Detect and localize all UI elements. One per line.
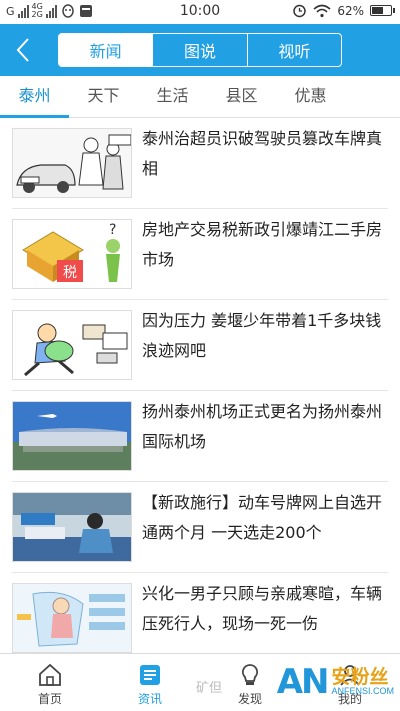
watermark: AN 安粉丝 ANFENSI.COM [277,660,394,704]
wifi-icon [313,4,331,17]
nav-news-label: 资讯 [137,692,162,706]
news-title: 因为压力 姜堰少年带着1千多块钱浪迹网吧 [142,311,382,360]
news-item[interactable]: 扬州泰州机场正式更名为扬州泰州国际机场 [12,391,388,482]
watermark-logo: AN [276,662,330,702]
category-tab-world[interactable]: 天下 [69,76,138,117]
home-icon [39,663,61,686]
category-tab-county[interactable]: 县区 [207,76,276,117]
news-title: 扬州泰州机场正式更名为扬州泰州国际机场 [142,402,383,451]
news-item[interactable]: 【新政施行】动车号牌网上自选开通两个月 一天选走200个 [12,482,388,573]
nav-news[interactable]: 资讯 [100,654,200,711]
tab-news[interactable]: 新闻 [59,34,153,66]
category-tab-life[interactable]: 生活 [138,76,207,117]
faded-text: 矿但 [196,681,223,696]
news-title: 房地产交易税新政引爆靖江二手房市场 [142,220,383,269]
nav-home[interactable]: 首页 [0,654,100,711]
news-title: 【新政施行】动车号牌网上自选开通两个月 一天选走200个 [142,493,383,542]
news-item[interactable]: 泰州治超员识破驾驶员篡改车牌真相 [12,118,388,209]
news-thumbnail [12,128,132,198]
tab-gallery[interactable]: 图说 [152,34,246,66]
battery-icon [370,5,395,16]
watermark-cn: 安粉丝 [331,666,389,688]
svg-text:?: ? [109,222,116,238]
news-item[interactable]: 因为压力 姜堰少年带着1千多块钱浪迹网吧 [12,300,388,391]
news-icon [140,665,160,685]
news-item[interactable]: 兴化一男子只顾与亲戚寒暄，车辆压死行人，现场一死一伤 [12,573,388,653]
bulb-icon [242,664,258,685]
watermark-en: ANFENSI.COM [331,686,394,696]
news-thumbnail [12,401,132,471]
news-title: 泰州治超员识破驾驶员篡改车牌真相 [142,129,383,178]
news-thumbnail [12,310,132,380]
news-thumbnail [12,492,132,562]
nav-discover-label: 发现 [237,692,262,706]
battery-text: 62% [337,3,364,18]
svg-text:税: 税 [63,265,77,281]
alarm-icon [293,4,307,18]
news-list: 泰州治超员识破驾驶员篡改车牌真相 税 ? 房地产交易税新政引爆靖江二手房市场 因… [0,118,400,653]
news-title: 兴化一男子只顾与亲戚寒暄，车辆压死行人，现场一死一伤 [142,584,383,633]
watermark-text: 安粉丝 ANFENSI.COM [331,668,394,696]
news-thumbnail: 税 ? [12,219,132,289]
news-item[interactable]: 税 ? 房地产交易税新政引爆靖江二手房市场 [12,209,388,300]
status-right: 62% [292,3,395,18]
chevron-left-icon[interactable] [10,36,38,64]
category-tabs: 泰州 天下 生活 县区 优惠 [0,76,400,118]
segment-tabs: 新闻 图说 视听 [58,33,342,67]
category-tab-deals[interactable]: 优惠 [276,76,345,117]
news-thumbnail [12,583,132,653]
tab-video[interactable]: 视听 [246,34,341,66]
app-header: 新闻 图说 视听 [0,24,400,76]
category-tab-taizhou[interactable]: 泰州 [0,76,69,118]
status-bar: G 4G 2G 10:00 62% [0,0,400,24]
nav-home-label: 首页 [37,692,62,706]
